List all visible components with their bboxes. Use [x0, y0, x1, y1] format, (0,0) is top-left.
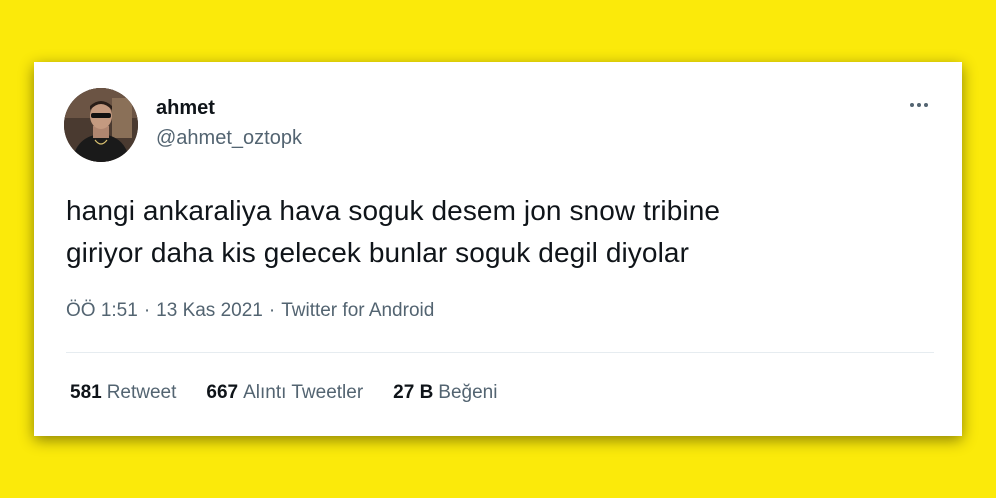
likes-stat[interactable]: 27 B Beğeni: [393, 382, 497, 404]
more-horizontal-icon[interactable]: [904, 92, 934, 118]
meta-separator: ·: [143, 300, 151, 321]
tweet-time[interactable]: ÖÖ 1:51: [66, 300, 138, 321]
tweet-date[interactable]: 13 Kas 2021: [156, 300, 263, 321]
divider: [66, 352, 934, 353]
retweets-label: Retweet: [106, 382, 177, 403]
retweets-count: 581: [70, 382, 102, 403]
avatar-image: [64, 88, 138, 162]
tweet-text-line: giriyor daha kis gelecek bunlar soguk de…: [66, 237, 689, 268]
author-name[interactable]: ahmet: [156, 97, 215, 120]
author-handle[interactable]: @ahmet_oztopk: [156, 127, 302, 150]
tweet-text-line: hangi ankaraliya hava soguk desem jon sn…: [66, 195, 721, 226]
quotes-label: Alıntı Tweetler: [243, 382, 364, 403]
retweets-stat[interactable]: 581 Retweet: [70, 382, 176, 404]
likes-label: Beğeni: [438, 382, 498, 403]
likes-count: 27 B: [393, 382, 434, 403]
quotes-count: 667: [206, 382, 239, 403]
avatar[interactable]: [64, 88, 138, 162]
tweet-card: ahmet @ahmet_oztopk hangi ankaraliya hav…: [34, 62, 962, 436]
tweet-source[interactable]: Twitter for Android: [281, 300, 434, 321]
tweet-metadata: ÖÖ 1:51 · 13 Kas 2021 · Twitter for Android: [66, 300, 434, 322]
tweet-stats: 581 Retweet 667 Alıntı Tweetler 27 B Beğeni: [70, 382, 497, 404]
tweet-text: hangi ankaraliya hava soguk desem jon sn…: [66, 190, 946, 274]
quotes-stat[interactable]: 667 Alıntı Tweetler: [206, 382, 363, 404]
meta-separator: ·: [268, 300, 276, 321]
